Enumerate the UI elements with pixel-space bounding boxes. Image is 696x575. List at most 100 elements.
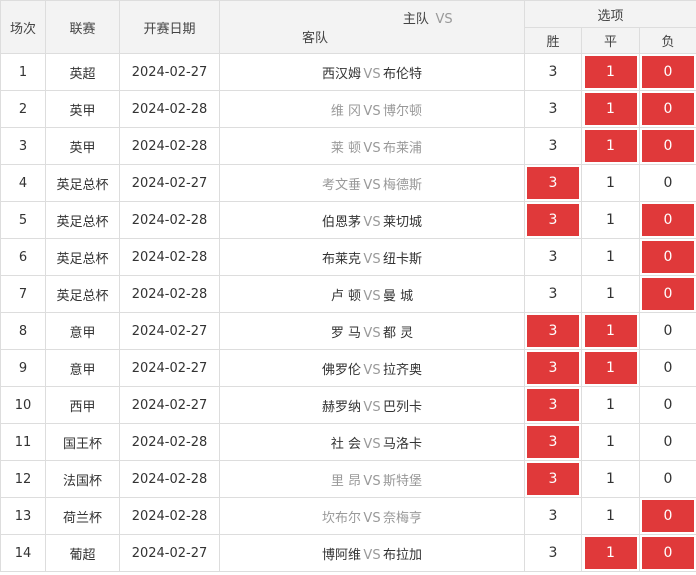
vs-label: VS <box>363 103 381 119</box>
option-loss-cell: 0 <box>638 275 696 313</box>
option-win-button[interactable]: 3 <box>527 315 579 347</box>
option-draw-button[interactable]: 1 <box>585 463 637 495</box>
home-team: 莱 顿 <box>330 140 361 156</box>
header-league: 联赛 <box>45 0 120 54</box>
match-date: 2024-02-27 <box>119 164 220 202</box>
option-win-button[interactable]: 3 <box>527 500 579 532</box>
vs-label: VS <box>363 288 381 304</box>
option-win-button[interactable]: 3 <box>527 241 579 273</box>
match-date: 2024-02-27 <box>119 53 220 91</box>
option-win-cell: 3 <box>524 349 582 387</box>
match-date: 2024-02-28 <box>119 460 220 498</box>
option-loss-button[interactable]: 0 <box>642 315 694 347</box>
option-loss-cell: 0 <box>638 201 696 239</box>
league-name: 英足总杯 <box>45 164 120 202</box>
option-win-button[interactable]: 3 <box>527 537 579 569</box>
option-draw-button[interactable]: 1 <box>585 167 637 199</box>
option-loss-cell: 0 <box>638 238 696 276</box>
option-draw-button[interactable]: 1 <box>584 93 637 125</box>
match-teams: 博阿维 VS 布拉加 <box>219 534 525 572</box>
away-team: 纽卡斯 <box>383 251 423 267</box>
option-win-button[interactable]: 3 <box>527 204 579 236</box>
option-loss-button[interactable]: 0 <box>642 537 694 569</box>
option-win-button[interactable]: 3 <box>527 167 579 199</box>
option-win-button[interactable]: 3 <box>527 389 579 421</box>
option-loss-button[interactable]: 0 <box>642 130 694 162</box>
vs-label: VS <box>363 214 381 230</box>
match-index: 2 <box>0 90 46 128</box>
header-vs: VS <box>435 12 453 27</box>
table-row: 9 意甲 2024-02-27 佛罗伦 VS 拉齐奥 3 1 0 <box>0 349 696 387</box>
home-team: 西汉姆 <box>321 66 361 82</box>
option-draw-button[interactable]: 1 <box>585 426 637 458</box>
option-loss-cell: 0 <box>638 90 696 128</box>
match-teams: 社 会 VS 马洛卡 <box>219 423 525 461</box>
option-draw-button[interactable]: 1 <box>584 315 637 347</box>
option-loss-button[interactable]: 0 <box>642 463 694 495</box>
option-draw-cell: 1 <box>581 275 640 313</box>
option-draw-button[interactable]: 1 <box>584 537 637 569</box>
match-teams: 西汉姆 VS 布伦特 <box>219 53 525 91</box>
vs-label: VS <box>363 547 381 563</box>
league-name: 意甲 <box>45 349 120 387</box>
option-draw-button[interactable]: 1 <box>585 500 637 532</box>
option-draw-button[interactable]: 1 <box>584 56 637 88</box>
table-row: 4 英足总杯 2024-02-27 考文垂 VS 梅德斯 3 1 0 <box>0 164 696 202</box>
match-teams: 佛罗伦 VS 拉齐奥 <box>219 349 525 387</box>
option-win-cell: 3 <box>524 275 582 313</box>
option-draw-button[interactable]: 1 <box>585 389 637 421</box>
option-loss-button[interactable]: 0 <box>642 278 694 310</box>
option-loss-cell: 0 <box>638 312 696 350</box>
option-loss-button[interactable]: 0 <box>642 56 694 88</box>
away-team: 莱切城 <box>383 214 423 230</box>
option-draw-cell: 1 <box>581 312 640 350</box>
option-draw-button[interactable]: 1 <box>585 278 637 310</box>
option-loss-cell: 0 <box>638 386 696 424</box>
match-date: 2024-02-28 <box>119 423 220 461</box>
option-win-cell: 3 <box>524 201 582 239</box>
match-index: 10 <box>0 386 46 424</box>
header-away: 客队 <box>302 31 329 46</box>
league-name: 英足总杯 <box>45 275 120 313</box>
option-loss-button[interactable]: 0 <box>642 93 694 125</box>
option-loss-cell: 0 <box>638 497 696 535</box>
option-win-button[interactable]: 3 <box>527 463 579 495</box>
option-loss-button[interactable]: 0 <box>642 500 694 532</box>
match-date: 2024-02-27 <box>119 312 220 350</box>
option-loss-button[interactable]: 0 <box>642 167 694 199</box>
home-team: 社 会 <box>330 436 361 452</box>
option-draw-cell: 1 <box>581 386 640 424</box>
option-win-button[interactable]: 3 <box>527 93 579 125</box>
option-loss-button[interactable]: 0 <box>642 426 694 458</box>
option-loss-cell: 0 <box>638 534 696 572</box>
option-win-button[interactable]: 3 <box>527 130 579 162</box>
league-name: 西甲 <box>45 386 120 424</box>
league-name: 法国杯 <box>45 460 120 498</box>
match-date: 2024-02-28 <box>119 90 220 128</box>
option-draw-button[interactable]: 1 <box>584 352 637 384</box>
match-index: 11 <box>0 423 46 461</box>
away-team: 马洛卡 <box>383 436 423 452</box>
option-draw-button[interactable]: 1 <box>584 130 637 162</box>
league-name: 英超 <box>45 53 120 91</box>
home-team: 坎布尔 <box>321 510 361 526</box>
option-win-button[interactable]: 3 <box>527 352 579 384</box>
option-loss-button[interactable]: 0 <box>642 241 694 273</box>
option-win-cell: 3 <box>524 238 582 276</box>
option-loss-button[interactable]: 0 <box>642 389 694 421</box>
option-win-cell: 3 <box>524 90 582 128</box>
option-win-button[interactable]: 3 <box>527 56 579 88</box>
option-draw-cell: 1 <box>581 349 640 387</box>
option-draw-button[interactable]: 1 <box>585 241 637 273</box>
option-draw-button[interactable]: 1 <box>585 204 637 236</box>
option-loss-button[interactable]: 0 <box>642 352 694 384</box>
table-row: 11 国王杯 2024-02-28 社 会 VS 马洛卡 3 1 0 <box>0 423 696 461</box>
option-win-button[interactable]: 3 <box>527 278 579 310</box>
vs-label: VS <box>363 66 381 82</box>
option-loss-cell: 0 <box>638 460 696 498</box>
option-draw-cell: 1 <box>581 497 640 535</box>
option-loss-button[interactable]: 0 <box>642 204 694 236</box>
match-date: 2024-02-28 <box>119 201 220 239</box>
option-win-button[interactable]: 3 <box>527 426 579 458</box>
option-loss-cell: 0 <box>638 127 696 165</box>
